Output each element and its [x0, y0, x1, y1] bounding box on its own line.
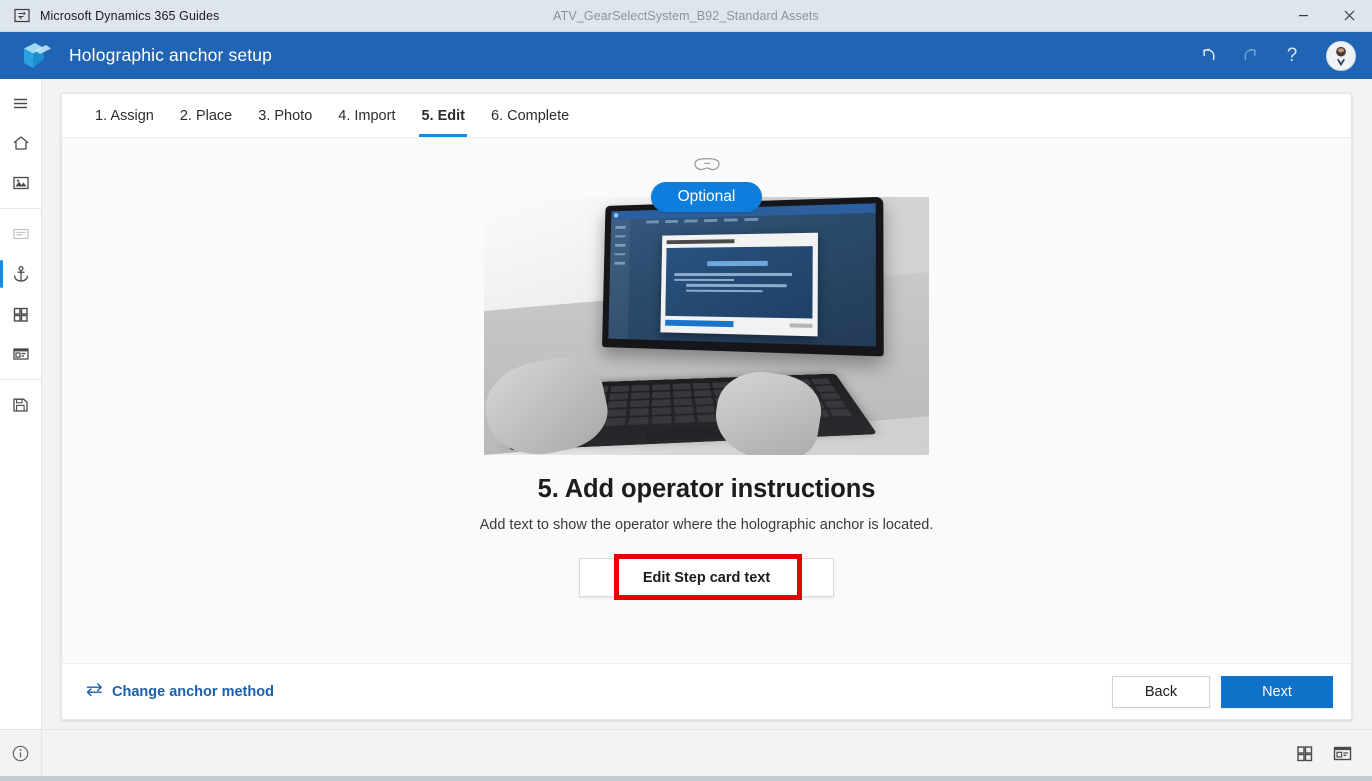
- wizard-card: 1. Assign 2. Place 3. Photo 4. Import 5.…: [61, 93, 1352, 720]
- dynamics-365-guides-logo: [22, 41, 53, 70]
- edit-step-card-text-label: Edit Step card text: [642, 569, 771, 586]
- help-icon[interactable]: ?: [1274, 38, 1310, 74]
- window-controls: [1280, 0, 1372, 32]
- application-window: Microsoft Dynamics 365 Guides ATV_GearSe…: [0, 0, 1372, 781]
- card-view-icon[interactable]: [1330, 741, 1354, 765]
- rail-divider-2: [0, 379, 41, 380]
- back-button-label: Back: [1144, 683, 1178, 700]
- next-button-label: Next: [1262, 683, 1292, 700]
- footer-buttons: Back Next: [1112, 675, 1333, 708]
- edit-step-card-text-button[interactable]: Edit Step card text: [579, 558, 834, 597]
- steps-grid-icon[interactable]: [0, 294, 41, 334]
- tab-label: 3. Photo: [258, 107, 313, 124]
- grid-view-icon[interactable]: [1292, 741, 1316, 765]
- brand-area: Holographic anchor setup: [22, 41, 272, 70]
- tab-place[interactable]: 2. Place: [167, 94, 245, 137]
- rail-divider: [0, 208, 41, 209]
- window-bottom-edge: [0, 776, 1372, 781]
- title-bar-identity: Microsoft Dynamics 365 Guides: [0, 7, 219, 24]
- step-card-icon[interactable]: [0, 334, 41, 374]
- status-bar: [0, 729, 1372, 776]
- outline-icon[interactable]: [0, 214, 41, 254]
- tab-edit[interactable]: 5. Edit: [408, 94, 478, 137]
- info-circle-icon[interactable]: [0, 730, 42, 776]
- app-title: Microsoft Dynamics 365 Guides: [40, 8, 220, 23]
- step-content: Optional 5. Add operator instructions Ad…: [62, 138, 1351, 663]
- redo-icon[interactable]: [1232, 38, 1268, 74]
- dynamics-guides-app-icon: [14, 7, 31, 24]
- hololens-headset-icon: [692, 156, 722, 178]
- menu-icon[interactable]: [0, 83, 41, 123]
- header-actions: ?: [1190, 38, 1356, 74]
- page-region: 1. Assign 2. Place 3. Photo 4. Import 5.…: [42, 79, 1372, 729]
- tab-photo[interactable]: 3. Photo: [245, 94, 325, 137]
- illustration-photo: [484, 197, 929, 455]
- workspace: 1. Assign 2. Place 3. Photo 4. Import 5.…: [0, 79, 1372, 729]
- window-title-bar: Microsoft Dynamics 365 Guides ATV_GearSe…: [0, 0, 1372, 32]
- save-icon[interactable]: [0, 385, 41, 425]
- avatar[interactable]: [1326, 40, 1356, 71]
- swap-arrows-icon: [86, 682, 103, 701]
- help-glyph: ?: [1286, 45, 1298, 66]
- tab-assign[interactable]: 1. Assign: [82, 94, 167, 137]
- laptop-screen: [602, 197, 884, 357]
- edit-step-card-area: Edit Step card text: [579, 554, 834, 600]
- change-anchor-method-label: Change anchor method: [112, 683, 274, 700]
- tab-label: 2. Place: [179, 107, 233, 124]
- tab-label: 1. Assign: [95, 107, 154, 124]
- view-switchers: [1292, 741, 1354, 765]
- tab-complete[interactable]: 6. Complete: [478, 94, 582, 137]
- tab-label: 4. Import: [338, 107, 396, 124]
- wizard-tabs: 1. Assign 2. Place 3. Photo 4. Import 5.…: [62, 94, 1351, 138]
- back-button[interactable]: Back: [1112, 675, 1210, 708]
- step-description: Add text to show the operator where the …: [479, 517, 934, 533]
- wizard-footer: Change anchor method Back Next: [62, 663, 1351, 719]
- tab-label: 5. Edit: [421, 107, 465, 124]
- left-nav-rail: [0, 79, 42, 729]
- media-icon[interactable]: [0, 163, 41, 203]
- minimize-button[interactable]: [1280, 0, 1326, 32]
- next-button[interactable]: Next: [1221, 675, 1333, 708]
- undo-icon[interactable]: [1190, 38, 1226, 74]
- page-title: Holographic anchor setup: [69, 45, 273, 65]
- tab-import[interactable]: 4. Import: [325, 94, 408, 137]
- optional-badge: Optional: [650, 182, 763, 212]
- sidebar-item-anchor[interactable]: [0, 254, 41, 294]
- tab-label: 6. Complete: [491, 107, 570, 124]
- change-anchor-method-link[interactable]: Change anchor method: [86, 682, 274, 701]
- close-button[interactable]: [1326, 0, 1372, 32]
- home-icon[interactable]: [0, 123, 41, 163]
- step-title: 5. Add operator instructions: [537, 475, 876, 503]
- anchor-icon: [13, 265, 28, 282]
- app-command-bar: Holographic anchor setup ?: [0, 32, 1372, 79]
